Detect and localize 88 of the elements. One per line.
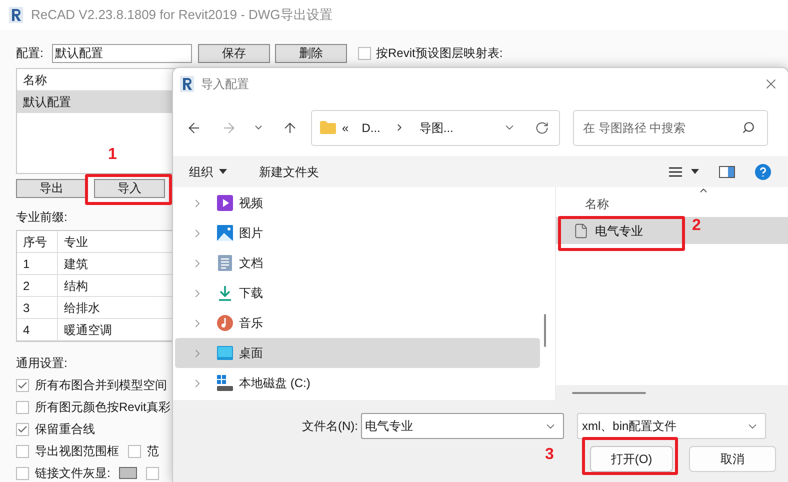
table-cell-text: 建筑 [64,256,88,272]
search-field[interactable]: 在 导图路径 中搜索 [573,110,768,146]
nav-label: 下载 [239,285,263,302]
music-icon [217,315,233,331]
help-icon[interactable] [755,164,771,180]
config-button[interactable]: 保存 [198,44,270,62]
column-header[interactable]: 名称 [585,195,609,213]
option-label: 导出视图范围框 [35,443,119,460]
new-folder-button[interactable]: 新建文件夹 [259,162,319,180]
option-label: 保留重合线 [35,421,95,438]
config-label: 配置: [16,45,44,62]
drive-icon [217,375,233,391]
option-label: 所有图元颜色按Revit真彩 [35,399,170,416]
checkbox[interactable] [128,444,141,458]
download-icon [217,285,233,301]
filename-field[interactable]: 电气专业 [361,413,564,439]
table-cell-text: 暖通空调 [64,322,112,338]
table-cell-text: 2 [23,278,30,294]
table-cell-text: 3 [23,300,30,316]
nav-item[interactable]: 图片 [175,218,540,248]
caret-icon [219,169,227,174]
checkbox[interactable] [16,444,29,458]
caret-icon[interactable] [691,169,699,174]
dialog-title: 导入配置 [201,76,249,92]
nav-item[interactable]: 下载 [175,278,540,308]
nav-item[interactable]: 桌面 [175,338,540,368]
nav-label: 文档 [239,255,263,272]
table-cell-text: 1 [23,256,30,272]
window-title: ReCAD V2.23.8.1809 for Revit2019 - DWG导出设置 [31,6,332,24]
file-name: 电气专业 [595,222,643,240]
dialog-button[interactable]: 取消 [689,446,776,472]
column-header: 序号 [23,234,47,250]
table-cell-text: 给排水 [64,300,100,316]
config-button[interactable]: 删除 [275,44,347,62]
organize-menu[interactable]: 组织 [189,162,227,180]
table-cell-text: 4 [23,322,30,338]
config-field[interactable]: 默认配置 [52,44,192,62]
checkbox[interactable] [16,400,29,414]
checkbox[interactable] [146,466,160,480]
nav-item[interactable]: 本地磁盘 (C:) [175,368,540,398]
checkbox[interactable] [16,422,29,436]
filename-label: 文件名(N): [302,418,358,435]
search-icon [742,121,755,134]
path-overflow[interactable]: « [342,118,349,136]
step-number: 1 [108,146,117,164]
column-header: 专业 [64,234,88,250]
document-icon [218,255,232,271]
list-button[interactable]: 导出 [16,179,87,198]
list-view-icon[interactable] [669,166,682,176]
list-button[interactable]: 导入 [94,179,165,198]
path-segment[interactable]: D... [362,118,380,136]
video-icon [217,195,233,211]
filetype-select[interactable]: xml、bin配置文件 [577,413,766,439]
nav-label: 视频 [239,195,263,212]
checkbox[interactable] [16,466,29,480]
option-label: 链接文件灰显: [35,465,110,482]
preview-pane-icon[interactable] [719,166,735,178]
step-number: 2 [692,217,701,235]
path-segment[interactable]: 导图... [419,118,454,136]
folder-icon [320,121,336,134]
picture-icon [217,225,233,241]
table-cell-text: 结构 [64,278,88,294]
color-swatch[interactable] [119,467,138,479]
checkbox[interactable] [358,46,371,60]
section-label: 通用设置: [16,356,68,370]
layer-map-label: 按Revit预设图层映射表: [376,45,503,62]
nav-label: 桌面 [239,345,263,362]
desktop-icon [217,346,233,360]
file-icon [573,222,589,238]
dialog-button[interactable]: 打开(O) [590,446,673,472]
logo-icon [9,7,23,23]
section-label: 专业前缀: [16,210,68,224]
logo-icon [180,76,194,92]
address-bar[interactable]: « D... 导图... [311,110,560,146]
checkbox[interactable] [16,378,29,392]
nav-label: 音乐 [239,315,263,332]
nav-item[interactable]: 视频 [175,188,540,218]
nav-label: 本地磁盘 (C:) [239,375,310,392]
nav-item[interactable]: 音乐 [175,308,540,338]
option-label: 范 [147,443,159,460]
step-number: 3 [545,446,554,464]
option-label: 所有布图合并到模型空间 [35,377,167,394]
column-header: 名称 [23,72,47,88]
scrollbar-thumb[interactable] [544,314,546,347]
scrollbar-thumb[interactable] [572,392,646,394]
nav-item[interactable]: 文档 [175,248,540,278]
nav-label: 图片 [239,225,263,242]
refresh-icon[interactable] [535,120,549,134]
